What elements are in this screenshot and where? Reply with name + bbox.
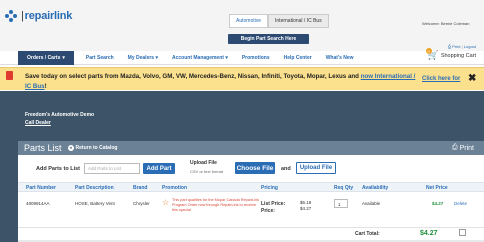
select-checkbox[interactable] — [459, 229, 466, 236]
choose-file-button[interactable]: Choose File — [235, 162, 275, 174]
logo-dots-icon — [5, 10, 17, 22]
and-label: and — [281, 166, 291, 172]
cart-icon: 🛒 0 — [425, 48, 439, 60]
logout-link[interactable]: Logout — [464, 44, 476, 49]
promo-star-icon: ☆ — [162, 198, 170, 207]
nav-whats-new[interactable]: What's New — [326, 55, 354, 61]
col-brand[interactable]: Brand — [133, 185, 147, 191]
welcome-text: Welcome: Bernie Coleman — [422, 21, 470, 26]
logo-text: repairlink — [24, 10, 73, 22]
tab-automotive[interactable]: Automotive — [229, 14, 269, 28]
add-parts-label: Add Parts to List — [36, 166, 81, 172]
printer-icon: ⎙ — [451, 144, 458, 151]
nav-orders-carts[interactable]: Orders / Carts ▾ — [18, 50, 74, 65]
nav-help-center[interactable]: Help Center — [284, 55, 312, 61]
repairlink-logo[interactable]: |repairlink — [5, 8, 72, 24]
cart-total-label: Cart Total: — [355, 231, 380, 237]
col-part-number[interactable]: Part Number — [26, 185, 56, 191]
chevron-down-icon: ▾ — [225, 54, 228, 61]
parts-list-header: Parts List ◂ Return to Catalog ⎙ Print — [18, 141, 484, 155]
call-dealer-link[interactable]: Call Dealer — [25, 119, 94, 127]
col-availability[interactable]: Availability — [362, 185, 388, 191]
price-label: Price: — [261, 208, 275, 214]
delete-link[interactable]: Delete — [454, 201, 467, 206]
availability: Available — [362, 201, 381, 206]
col-pricing[interactable]: Pricing — [261, 185, 278, 191]
col-promotion[interactable]: Promotion — [162, 185, 187, 191]
table-row: 4809914AA HOSE, Battery Vent Chrysler ☆ … — [18, 193, 484, 223]
shopping-cart-label: Shopping Cart — [440, 52, 476, 59]
promotion-text: This part qualifies for the Mopar Canada… — [172, 198, 259, 212]
promo-click-here-link[interactable]: Click here for — [422, 76, 460, 82]
close-icon[interactable]: ✖ — [468, 73, 476, 84]
customer-name: Freedom's Automotive Demo — [25, 112, 95, 118]
col-req-qty[interactable]: Req Qty — [334, 185, 353, 191]
tab-international[interactable]: International / IC Bus — [268, 14, 329, 28]
cart-total-value: $4.27 — [420, 230, 438, 237]
nav-account-management[interactable]: Account Management ▾ — [172, 55, 228, 61]
cart-count-badge: 0 — [425, 48, 432, 54]
req-qty-input[interactable]: 1 — [334, 199, 348, 208]
add-parts-input[interactable]: Add Parts to List — [84, 163, 140, 174]
net-price: $4.27 — [432, 201, 444, 206]
nav-my-dealers[interactable]: My Dealers ▾ — [128, 55, 158, 61]
promo-banner: Save today on select parts from Mazda, V… — [0, 67, 484, 100]
parts-table-header: Part Number Part Description Brand Promo… — [18, 182, 484, 192]
part-description: HOSE, Battery Vent — [75, 201, 115, 206]
print-icon: ⎙ — [447, 44, 452, 49]
list-price: $6.19 — [300, 200, 312, 205]
nav-promotions[interactable]: Promotions — [242, 55, 270, 61]
chevron-down-icon: ▾ — [155, 54, 158, 61]
part-number[interactable]: 4809914AA — [26, 201, 50, 206]
upload-file-button[interactable]: Upload File — [296, 162, 336, 174]
promo-tag-icon — [6, 71, 13, 80]
col-part-description[interactable]: Part Description — [75, 185, 114, 191]
print-button[interactable]: ⎙ Print — [452, 144, 474, 152]
part-brand: Chrysler — [133, 201, 150, 206]
parts-list-title: Parts List — [24, 143, 62, 153]
nav-part-search[interactable]: Part Search — [86, 55, 114, 61]
return-arrow-icon: ◂ — [67, 145, 74, 151]
print-link[interactable]: Print — [452, 44, 460, 49]
add-part-button[interactable]: Add Part — [143, 163, 175, 174]
main-nav: Orders / Carts ▾ Part Search My Dealers ▾… — [0, 50, 484, 65]
price: $4.27 — [300, 206, 312, 211]
return-to-catalog-link[interactable]: Return to Catalog — [76, 145, 118, 151]
promo-text: Save today on select parts from Mazda, V… — [25, 73, 359, 80]
shopping-cart-link[interactable]: 🛒 0 Shopping Cart — [425, 48, 476, 61]
customer-info: Freedom's Automotive Demo Call Dealer — [25, 111, 94, 127]
list-price-label: List Price: — [261, 201, 286, 207]
upload-file-label: Upload File — [190, 160, 217, 166]
upload-format-hint: CSV or text format — [190, 169, 223, 174]
header-links: ⎙ Print | Logout — [447, 44, 476, 49]
chevron-down-icon: ▾ — [62, 54, 65, 61]
col-net-price[interactable]: Net Price — [426, 185, 448, 191]
begin-part-search-button[interactable]: Begin Part Search Here — [228, 34, 309, 44]
product-tabs: Automotive International / IC Bus — [229, 14, 329, 28]
